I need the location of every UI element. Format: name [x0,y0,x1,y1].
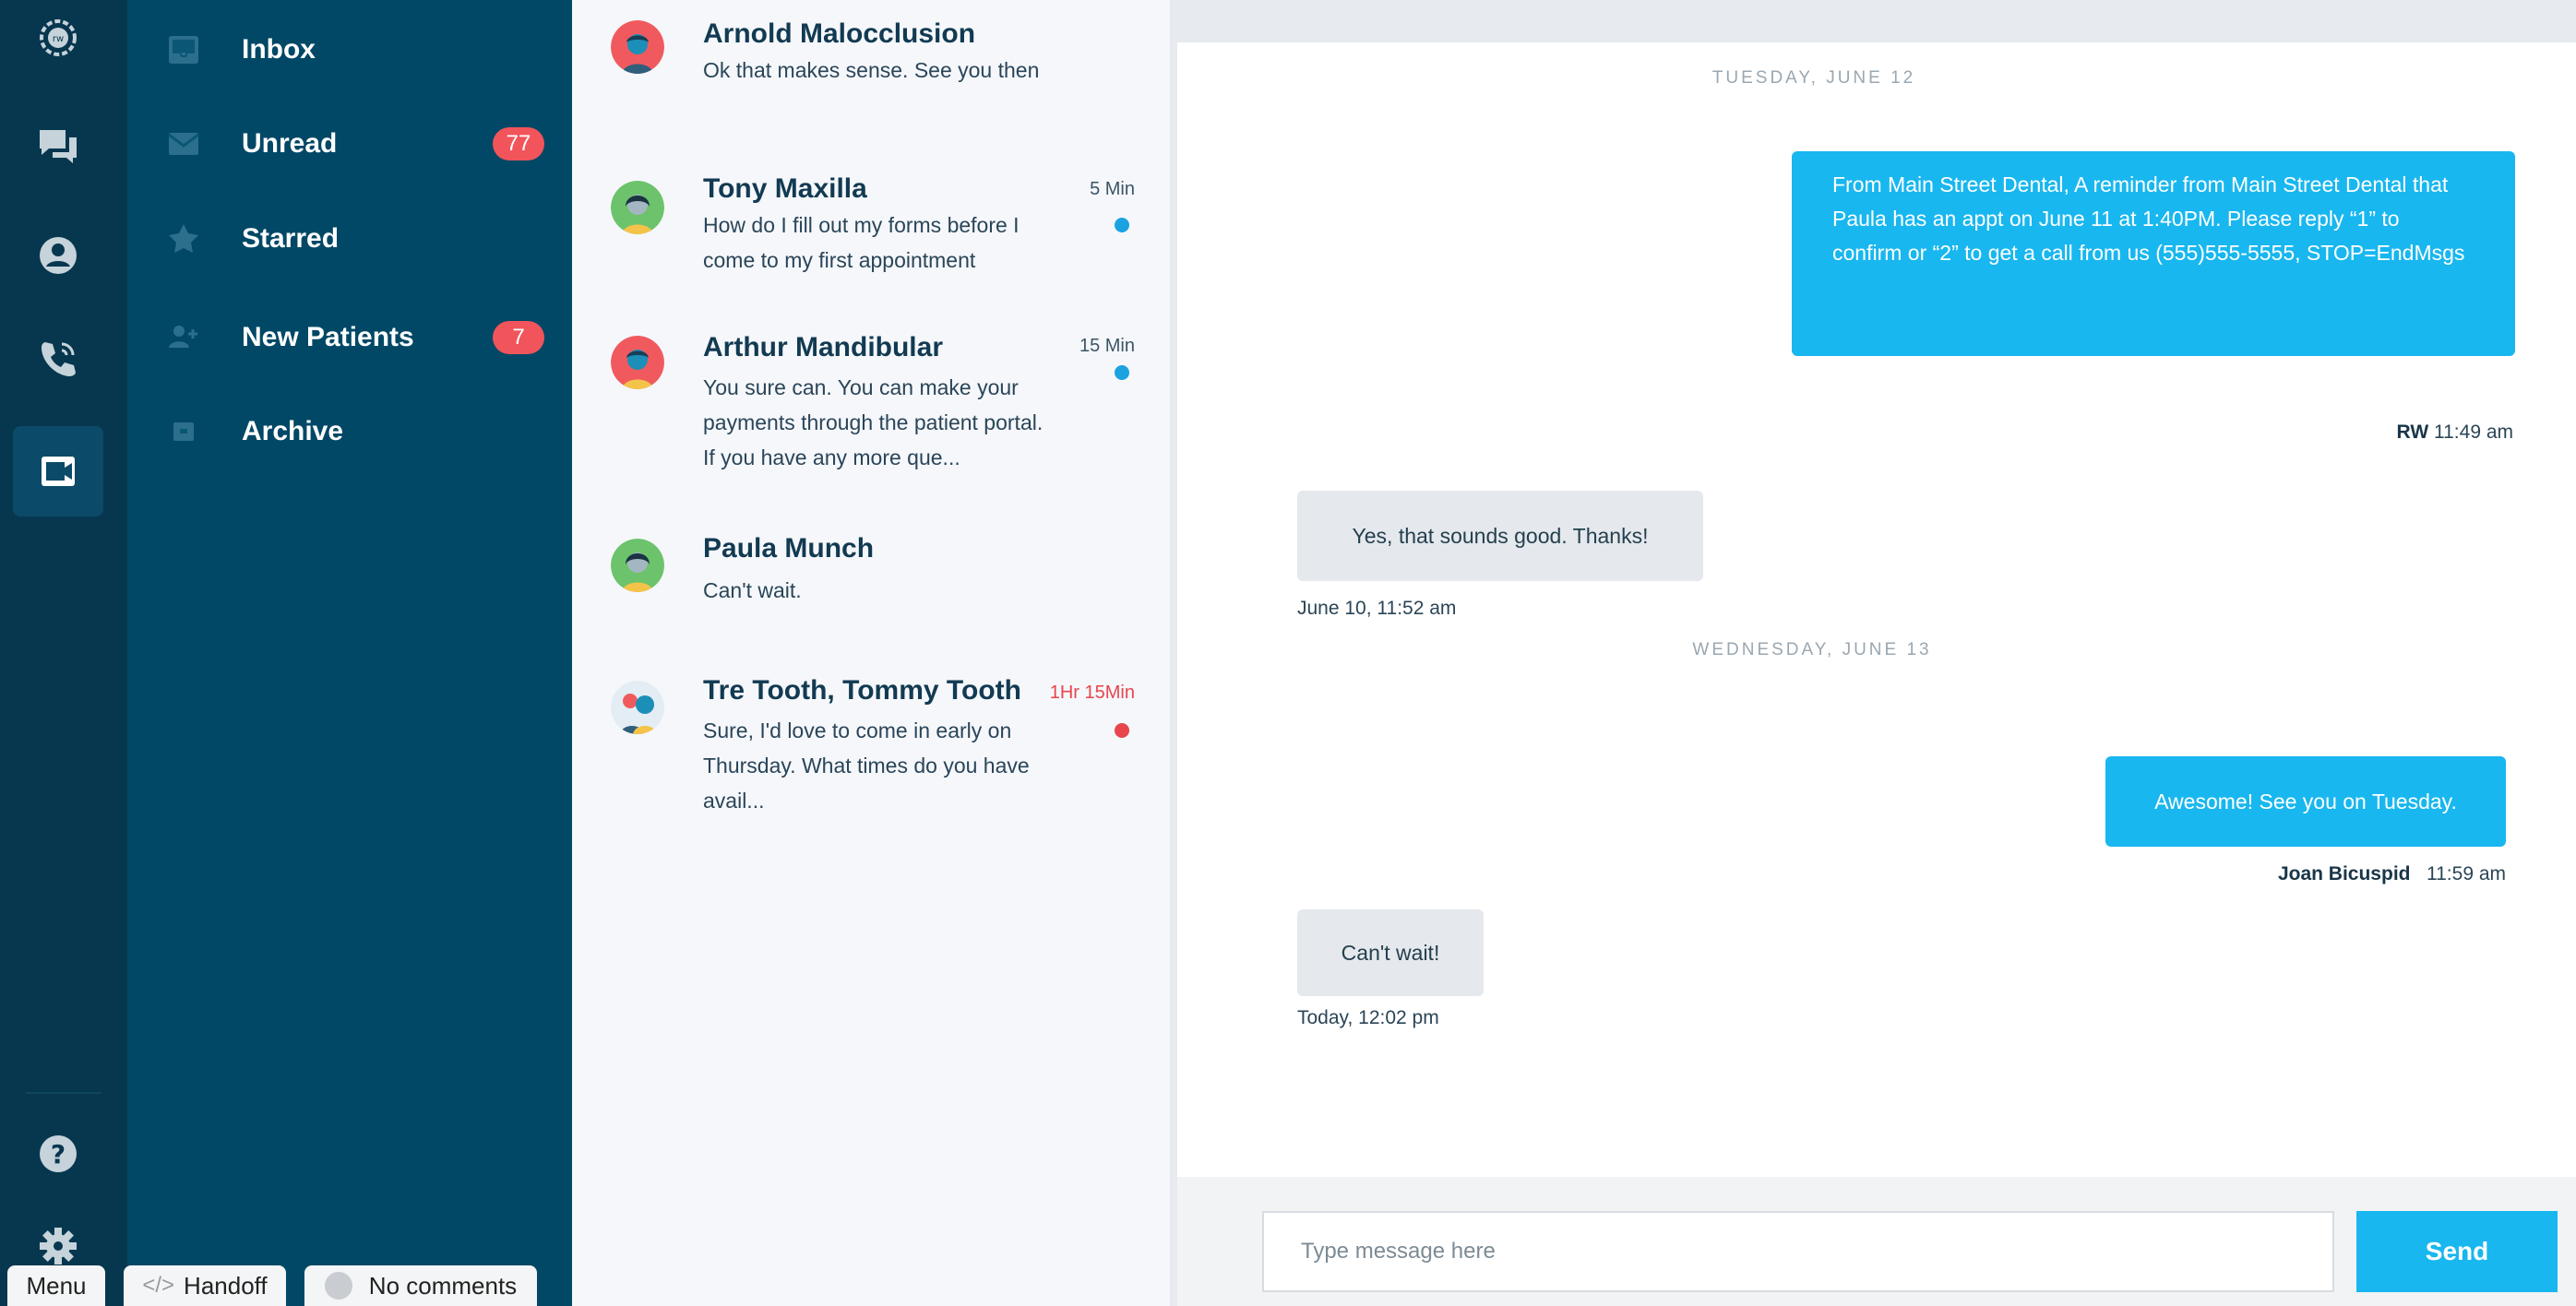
contact-name: Arnold Malocclusion [703,18,976,49]
message-composer: Send [1177,1177,2576,1306]
unread-dot [1115,218,1129,232]
handoff-button[interactable]: </> Handoff [124,1265,286,1306]
inbox-icon [164,30,203,69]
conversation-item[interactable]: Paula Munch Can't wait. [572,516,1170,636]
conversation-item[interactable]: Arnold Malocclusion Ok that makes sense.… [572,0,1170,148]
code-icon: </> [142,1273,175,1298]
conversation-item[interactable]: Tre Tooth, Tommy Tooth 1Hr 15Min Sure, I… [572,659,1170,825]
message-preview: You sure can. You can make your payments… [703,375,1044,469]
message-sender: RW [2396,421,2429,443]
logo-icon[interactable]: rw [13,0,103,83]
avatar [611,336,664,389]
svg-text:rw: rw [53,34,64,44]
conversation-list: Arnold Malocclusion Ok that makes sense.… [572,0,1177,1306]
folder-panel: Inbox Unread 77 Starred New Patients 7 A… [127,0,572,1306]
folder-archive[interactable]: Archive [164,399,544,464]
message-meta: RW 11:49 am [2397,421,2513,444]
comments-button[interactable]: No comments [304,1265,537,1306]
folder-unread[interactable]: Unread 77 [164,112,544,176]
message-sender: Joan Bicuspid [2277,863,2411,885]
icon-rail: rw ? [0,0,127,1306]
message-time: Today, 12:02 pm [1297,1007,1439,1028]
avatar [611,20,664,74]
conversation-item[interactable]: Arthur Mandibular 15 Min You sure can. Y… [572,314,1170,498]
folder-label: Unread [242,128,338,159]
menu-button[interactable]: Menu [7,1265,105,1306]
conversation-time: 5 Min [1090,179,1135,199]
contact-name: Arthur Mandibular [703,332,943,362]
add-user-icon [164,318,203,357]
message-time: June 10, 11:52 am [1297,598,1457,619]
unread-count-badge: 77 [493,127,544,160]
archive-icon [164,412,203,451]
help-icon[interactable]: ? [13,1109,103,1199]
message-preview: Can't wait. [703,578,802,602]
conversation-time: 1Hr 15Min [1049,683,1135,703]
messages-icon[interactable] [13,101,103,192]
folder-label: Archive [242,416,344,446]
message-input[interactable] [1262,1211,2334,1292]
phone-icon[interactable] [13,314,103,404]
contact-name: Tony Maxilla [703,173,867,204]
unread-dot [1115,365,1129,380]
message-time: 11:49 am [2434,421,2513,443]
message-preview: Ok that makes sense. See you then [703,58,1040,82]
folder-inbox[interactable]: Inbox [164,18,544,82]
conversation-item[interactable]: Tony Maxilla 5 Min How do I fill out my … [572,157,1170,304]
folder-label: Starred [242,223,340,254]
new-patients-count-badge: 7 [493,321,544,354]
avatar [611,681,664,734]
svg-text:?: ? [51,1139,66,1169]
conversation-time: 15 Min [1079,336,1135,356]
date-separator: WEDNESDAY, JUNE 13 [1692,640,1932,659]
message-preview: Sure, I'd love to come in early on Thurs… [703,718,1030,813]
avatar [611,181,664,234]
contact-name: Paula Munch [703,533,875,564]
contact-name: Tre Tooth, Tommy Tooth [703,675,1021,706]
incoming-message: Yes, that sounds good. Thanks! [1297,491,1703,581]
message-time: 11:59 am [2427,863,2506,885]
handoff-label: Handoff [184,1271,268,1300]
rail-divider [26,1092,101,1094]
message-preview: How do I fill out my forms before I come… [703,213,1020,272]
date-separator: TUESDAY, JUNE 12 [1711,68,1916,88]
unread-dot [1115,723,1129,738]
incoming-message: Can't wait! [1297,909,1484,996]
avatar [611,539,664,592]
folder-label: New Patients [242,322,414,352]
contacts-icon[interactable] [13,210,103,301]
outgoing-message: Awesome! See you on Tuesday. [2105,756,2506,847]
comment-icon [324,1272,352,1300]
message-meta: Joan Bicuspid 11:59 am [2278,863,2506,885]
chat-thread: TUESDAY, JUNE 12 From Main Street Dental… [1185,42,2576,1177]
folder-starred[interactable]: Starred [164,207,544,271]
outgoing-message: From Main Street Dental, A reminder from… [1792,151,2515,356]
folder-new-patients[interactable]: New Patients 7 [164,305,544,370]
comments-label: No comments [368,1271,518,1300]
star-icon [164,220,203,258]
chat-header [1177,0,2576,42]
video-icon[interactable] [13,426,103,516]
send-button[interactable]: Send [2356,1211,2558,1292]
envelope-icon [164,125,203,163]
folder-label: Inbox [242,34,316,65]
